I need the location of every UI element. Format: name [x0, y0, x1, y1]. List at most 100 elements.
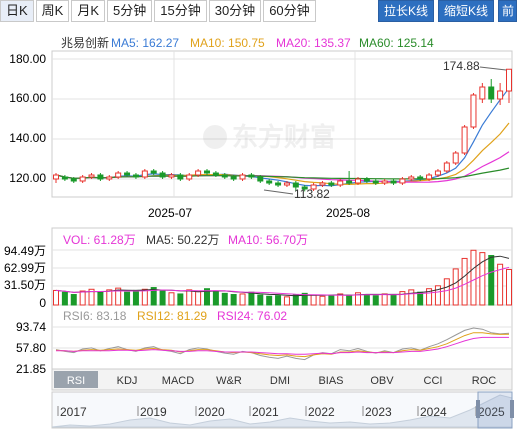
indicator-tab-dmi[interactable]: DMI	[270, 375, 290, 387]
rsi-tick: 21.85	[16, 362, 46, 376]
candle-body	[248, 174, 255, 178]
vol-ma10-line	[55, 266, 510, 296]
volume-bar	[488, 255, 495, 306]
tab-daily[interactable]: 日K	[0, 0, 34, 22]
volume-bar	[177, 293, 184, 306]
volume-bar	[408, 289, 415, 306]
volume-bar	[159, 290, 166, 306]
tab-weekly[interactable]: 周K	[35, 0, 70, 22]
volume-bar	[275, 295, 282, 306]
indicator-tab-bias[interactable]: BIAS	[318, 375, 343, 387]
timeline-year-label: 2020	[198, 405, 225, 419]
volume-bar	[328, 295, 335, 306]
volume-bar	[53, 289, 59, 306]
tab-monthly[interactable]: 月K	[71, 0, 106, 22]
vol-legend: VOL: 61.28万	[63, 233, 136, 247]
candle-body	[132, 174, 139, 178]
volume-bar	[461, 257, 468, 306]
candle-body	[221, 174, 228, 178]
volume-bar	[61, 291, 68, 306]
high-annotation: 174.88	[443, 59, 480, 73]
tab-60min[interactable]: 60分钟	[263, 0, 316, 22]
candle-body	[212, 172, 219, 176]
low-annotation: 113.82	[294, 187, 330, 201]
rsi12-legend: RSI12: 81.29	[137, 309, 207, 323]
ma20-legend: MA20: 135.37	[276, 36, 351, 50]
indicator-tab-macd[interactable]: MACD	[162, 375, 194, 387]
shrink-kline-button[interactable]: 缩短K线	[437, 0, 494, 22]
volume-bar	[230, 294, 237, 306]
candle-body	[417, 176, 424, 180]
price-tick: 180.00	[9, 52, 46, 66]
volume-bar	[506, 268, 512, 306]
volume-bar	[417, 291, 424, 306]
rsi-tick: 57.80	[16, 341, 46, 355]
volume-bar	[186, 289, 193, 306]
vol-ma10-legend: MA10: 56.70万	[228, 233, 308, 247]
stock-chart: 兆易创新 MA5: 162.27 MA10: 150.75 MA20: 135.…	[4, 35, 514, 429]
candle-body	[488, 86, 495, 100]
indicator-tab-obv[interactable]: OBV	[370, 375, 394, 387]
volume-bar	[283, 296, 290, 306]
timeline-year-label: 2019	[140, 405, 167, 419]
volume-bar	[141, 288, 148, 306]
indicator-tab-roc[interactable]: ROC	[472, 375, 497, 387]
vol-tick: 31.50万	[4, 278, 46, 292]
volume-bar	[372, 295, 379, 306]
candle-body	[204, 170, 210, 174]
volume-bars	[53, 249, 512, 306]
rsi-lines	[55, 327, 510, 361]
indicator-tab-rsi[interactable]: RSI	[67, 375, 85, 387]
candle-body	[186, 174, 193, 180]
watermark-icon	[203, 125, 227, 149]
candle-body	[346, 180, 353, 184]
tab-15min[interactable]: 15分钟	[154, 0, 207, 22]
candle-body	[461, 126, 468, 154]
watermark-text: 东方财富	[232, 122, 336, 152]
timeline-left-handle[interactable]	[476, 400, 480, 418]
volume-bar	[79, 290, 86, 306]
volume-bar	[443, 278, 450, 306]
low-annotation-arrow	[263, 189, 294, 195]
rsi24-legend: RSI24: 76.02	[217, 309, 287, 323]
tab-30min[interactable]: 30分钟	[208, 0, 262, 22]
watermark-logo: 东方财富	[203, 122, 336, 152]
candle-body	[79, 176, 86, 182]
volume-bar	[239, 293, 246, 306]
volume-bar	[470, 249, 477, 306]
candle-body	[426, 174, 433, 180]
timeline-selection[interactable]	[477, 391, 513, 429]
forward-button[interactable]: 前	[498, 0, 517, 22]
volume-bar	[221, 292, 228, 306]
candle-body	[408, 176, 415, 180]
candle-body	[470, 94, 477, 128]
candle-body	[53, 174, 59, 180]
kline-width-controls: 拉长K线 缩短K线 前	[374, 0, 517, 22]
candle-body	[319, 182, 326, 186]
candle-body	[106, 176, 113, 180]
indicator-tab-cci[interactable]: CCI	[424, 375, 443, 387]
candle-body	[328, 182, 335, 186]
ma10-legend: MA10: 150.75	[190, 36, 265, 50]
vol-tick: 94.49万	[4, 244, 46, 258]
volume-bar	[212, 290, 219, 306]
timeline-right-handle[interactable]	[510, 400, 514, 418]
candle-body	[177, 174, 184, 180]
rsi-tick: 93.74	[16, 320, 46, 334]
indicator-tab-w-r[interactable]: W&R	[216, 375, 242, 387]
volume-bar	[106, 289, 113, 306]
price-tick: 160.00	[9, 91, 46, 105]
date-tick: 2025-07	[148, 206, 192, 220]
rsi12-line	[55, 332, 510, 358]
candle-body	[239, 174, 246, 180]
tab-5min[interactable]: 5分钟	[107, 0, 153, 22]
ma60-legend: MA60: 125.14	[359, 36, 434, 50]
stretch-kline-button[interactable]: 拉长K线	[377, 0, 434, 22]
stock-name: 兆易创新	[61, 35, 109, 50]
volume-bar	[390, 294, 397, 306]
candle-body	[141, 170, 148, 178]
volume-bar	[168, 292, 175, 306]
volume-bar	[195, 291, 202, 306]
indicator-tab-kdj[interactable]: KDJ	[117, 375, 138, 387]
candle-body	[452, 152, 459, 164]
